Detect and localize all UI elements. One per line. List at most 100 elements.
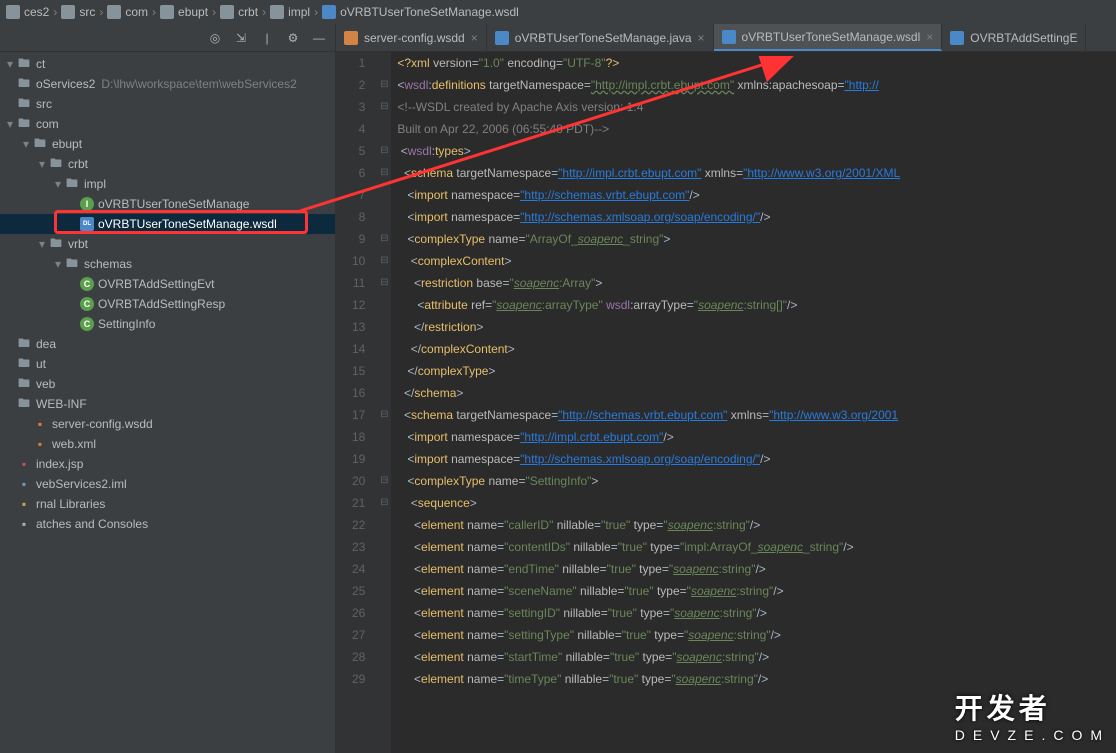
tree-item[interactable]: CSettingInfo [0, 314, 335, 334]
fold-marker[interactable] [377, 558, 391, 580]
code-line[interactable]: <element name="sceneName" nillable="true… [397, 580, 1116, 602]
fold-marker[interactable] [377, 668, 391, 690]
code-line[interactable]: <complexType name="ArrayOf_soapenc_strin… [397, 228, 1116, 250]
tree-arrow-icon[interactable]: ▾ [52, 257, 64, 271]
tree-item[interactable]: ▾🖿schemas [0, 254, 335, 274]
code-line[interactable]: <wsdl:definitions targetNamespace="http:… [397, 74, 1116, 96]
tree-arrow-icon[interactable]: ▾ [20, 137, 32, 151]
tree-arrow-icon[interactable]: ▾ [4, 117, 16, 131]
fold-marker[interactable]: ⊟ [377, 404, 391, 426]
tree-item[interactable]: ▾🖿vrbt [0, 234, 335, 254]
tree-item[interactable]: ▪atches and Consoles [0, 514, 335, 534]
code-line[interactable]: <complexContent> [397, 250, 1116, 272]
fold-marker[interactable]: ⊟ [377, 162, 391, 184]
fold-marker[interactable] [377, 624, 391, 646]
code-line[interactable]: <?xml version="1.0" encoding="UTF-8"?> [397, 52, 1116, 74]
fold-marker[interactable] [377, 360, 391, 382]
tree-item[interactable]: ▾🖿impl [0, 174, 335, 194]
fold-marker[interactable] [377, 602, 391, 624]
code-line[interactable]: <element name="timeType" nillable="true"… [397, 668, 1116, 690]
fold-marker[interactable] [377, 316, 391, 338]
project-tree[interactable]: ▾🖿ct🖿oServices2D:\lhw\workspace\tem\webS… [0, 52, 335, 536]
code-line[interactable]: <element name="contentIDs" nillable="tru… [397, 536, 1116, 558]
tree-item[interactable]: 🖿dea [0, 334, 335, 354]
code-line[interactable]: <import namespace="http://schemas.vrbt.e… [397, 184, 1116, 206]
code-line[interactable]: <import namespace="http://schemas.xmlsoa… [397, 448, 1116, 470]
code-editor[interactable]: 1234567891011121314151617181920212223242… [336, 52, 1116, 753]
close-icon[interactable]: × [926, 30, 933, 44]
fold-marker[interactable] [377, 646, 391, 668]
fold-marker[interactable] [377, 118, 391, 140]
fold-marker[interactable] [377, 382, 391, 404]
tree-arrow-icon[interactable]: ▾ [52, 177, 64, 191]
breadcrumb-item[interactable]: com [107, 5, 148, 19]
tree-item[interactable]: 🖿WEB-INF [0, 394, 335, 414]
editor-tabs[interactable]: server-config.wsdd×oVRBTUserToneSetManag… [336, 24, 1116, 52]
fold-marker[interactable] [377, 184, 391, 206]
close-icon[interactable]: × [698, 31, 705, 45]
code-line[interactable]: Built on Apr 22, 2006 (06:55:48 PDT)--> [397, 118, 1116, 140]
code-line[interactable]: <attribute ref="soapenc:arrayType" wsdl:… [397, 294, 1116, 316]
fold-marker[interactable]: ⊟ [377, 250, 391, 272]
fold-marker[interactable] [377, 514, 391, 536]
hide-icon[interactable]: — [311, 30, 327, 46]
breadcrumb-item[interactable]: ebupt [160, 5, 208, 19]
fold-marker[interactable]: ⊟ [377, 470, 391, 492]
fold-marker[interactable] [377, 338, 391, 360]
tree-item[interactable]: ▾🖿crbt [0, 154, 335, 174]
tree-item[interactable]: ▾🖿ebupt [0, 134, 335, 154]
tree-item[interactable]: ▪index.jsp [0, 454, 335, 474]
code-line[interactable]: <import namespace="http://schemas.xmlsoa… [397, 206, 1116, 228]
tree-item[interactable]: 🖿oServices2D:\lhw\workspace\tem\webServi… [0, 74, 335, 94]
tree-item[interactable]: ▪rnal Libraries [0, 494, 335, 514]
fold-marker[interactable]: ⊟ [377, 492, 391, 514]
tree-arrow-icon[interactable]: ▾ [36, 157, 48, 171]
code-line[interactable]: <schema targetNamespace="http://impl.crb… [397, 162, 1116, 184]
tree-item[interactable]: 🖿ut [0, 354, 335, 374]
fold-marker[interactable]: ⊟ [377, 140, 391, 162]
tree-arrow-icon[interactable]: ▾ [36, 237, 48, 251]
code-line[interactable]: <schema targetNamespace="http://schemas.… [397, 404, 1116, 426]
breadcrumb-item[interactable]: impl [270, 5, 310, 19]
fold-marker[interactable] [377, 426, 391, 448]
tree-item[interactable]: ▪web.xml [0, 434, 335, 454]
breadcrumb-item[interactable]: crbt [220, 5, 258, 19]
breadcrumb-item[interactable]: oVRBTUserToneSetManage.wsdl [322, 5, 519, 19]
fold-marker[interactable] [377, 536, 391, 558]
tree-item[interactable]: COVRBTAddSettingResp [0, 294, 335, 314]
fold-marker[interactable] [377, 52, 391, 74]
code-content[interactable]: <?xml version="1.0" encoding="UTF-8"?><w… [391, 52, 1116, 753]
fold-marker[interactable]: ⊟ [377, 272, 391, 294]
code-line[interactable]: <element name="settingID" nillable="true… [397, 602, 1116, 624]
tree-item[interactable]: ▾🖿com [0, 114, 335, 134]
code-line[interactable]: </complexContent> [397, 338, 1116, 360]
tree-item[interactable]: 🖿src [0, 94, 335, 114]
target-icon[interactable]: ◎ [207, 30, 223, 46]
code-line[interactable]: <element name="endTime" nillable="true" … [397, 558, 1116, 580]
fold-marker[interactable] [377, 206, 391, 228]
tree-item[interactable]: ▪server-config.wsdd [0, 414, 335, 434]
fold-marker[interactable] [377, 294, 391, 316]
editor-tab[interactable]: server-config.wsdd× [336, 24, 487, 51]
editor-tab[interactable]: OVRBTAddSettingE [942, 24, 1086, 51]
fold-marker[interactable] [377, 580, 391, 602]
breadcrumb-item[interactable]: ces2 [6, 5, 49, 19]
code-line[interactable]: <sequence> [397, 492, 1116, 514]
code-line[interactable]: </restriction> [397, 316, 1116, 338]
code-line[interactable]: <!--WSDL created by Apache Axis version:… [397, 96, 1116, 118]
tree-item[interactable]: ▪vebServices2.iml [0, 474, 335, 494]
code-line[interactable]: </schema> [397, 382, 1116, 404]
tree-item[interactable]: IoVRBTUserToneSetManage [0, 194, 335, 214]
tree-item[interactable]: DLoVRBTUserToneSetManage.wsdl [0, 214, 335, 234]
fold-marker[interactable]: ⊟ [377, 96, 391, 118]
breadcrumb-item[interactable]: src [61, 5, 95, 19]
code-line[interactable]: <complexType name="SettingInfo"> [397, 470, 1116, 492]
fold-column[interactable]: ⊟⊟⊟⊟⊟⊟⊟⊟⊟⊟ [377, 52, 391, 753]
fold-marker[interactable]: ⊟ [377, 74, 391, 96]
code-line[interactable]: <restriction base="soapenc:Array"> [397, 272, 1116, 294]
code-line[interactable]: <wsdl:types> [397, 140, 1116, 162]
editor-tab[interactable]: oVRBTUserToneSetManage.java× [487, 24, 714, 51]
gear-icon[interactable]: ⚙ [285, 30, 301, 46]
expand-icon[interactable]: ⇲ [233, 30, 249, 46]
code-line[interactable]: <import namespace="http://impl.crbt.ebup… [397, 426, 1116, 448]
